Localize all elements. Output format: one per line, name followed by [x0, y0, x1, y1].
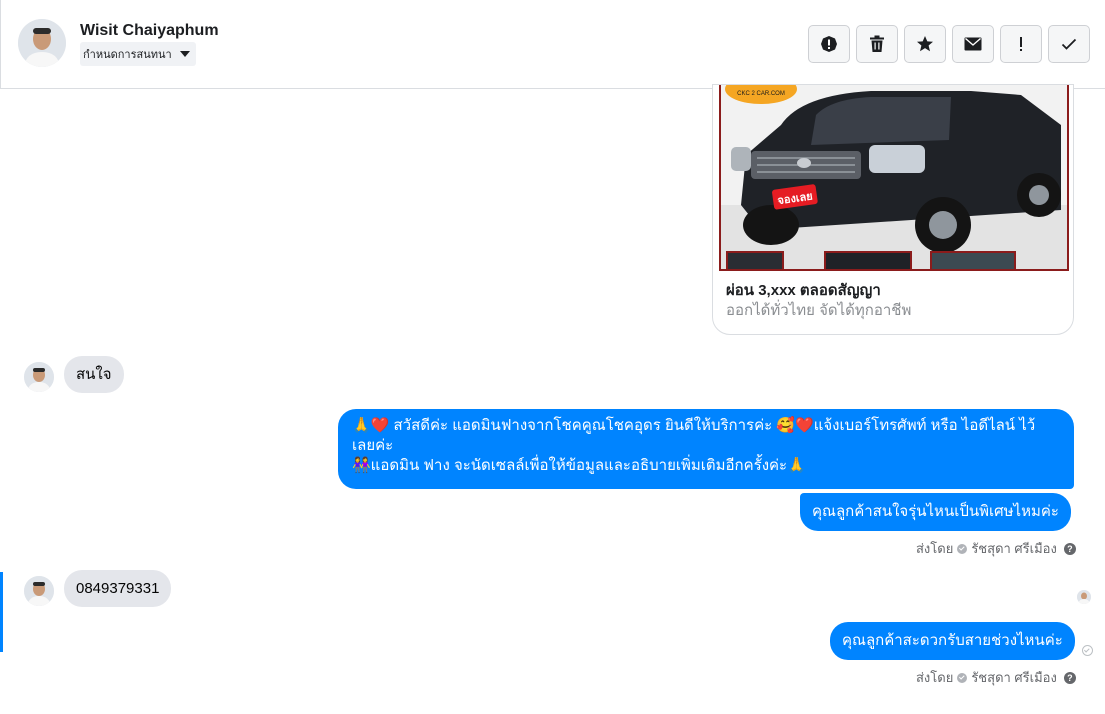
outgoing-message[interactable]: 🙏❤️ สวัสดีค่ะ แอดมินฟางจากโชคคูณโชคอุดร … [338, 409, 1074, 489]
incoming-message[interactable]: สนใจ [64, 356, 124, 393]
conversation-header: Wisit Chaiyaphum กำหนดการสนทนา [0, 0, 1105, 89]
message-text: คุณลูกค้าสะดวกรับสายช่วงไหนค่ะ [842, 632, 1063, 649]
assign-label: กำหนดการสนทนา [83, 49, 172, 61]
message-text: สนใจ [76, 366, 112, 383]
mark-done-button[interactable] [1048, 25, 1090, 63]
star-icon [917, 36, 933, 52]
help-icon[interactable]: ? [1063, 542, 1076, 555]
star-button[interactable] [904, 25, 946, 63]
mark-spam-button[interactable] [808, 25, 850, 63]
product-image[interactable]: CKC 2 CAR.COM จองเลย [719, 85, 1069, 271]
active-message-indicator [0, 572, 3, 652]
sent-by-agent: รัชสุดา ศรีเมือง [971, 670, 1057, 685]
outgoing-message[interactable]: คุณลูกค้าสะดวกรับสายช่วงไหนค่ะ [830, 622, 1075, 660]
contact-name: Wisit Chaiyaphum [80, 22, 219, 39]
verified-check-icon [957, 672, 968, 683]
follow-up-button[interactable] [1000, 25, 1042, 63]
caret-down-icon [179, 51, 190, 57]
message-text: คุณลูกค้าสนใจรุ่นไหนเป็นพิเศษไหมค่ะ [812, 503, 1059, 520]
mark-unread-button[interactable] [952, 25, 994, 63]
alert-icon [821, 36, 837, 52]
product-card-subtitle: ออกได้ทั่วไทย จัดได้ทุกอาชีพ [726, 302, 912, 319]
customer-avatar [24, 576, 54, 606]
trash-icon [870, 35, 884, 52]
exclamation-icon [1020, 37, 1022, 51]
outgoing-message[interactable]: คุณลูกค้าสนใจรุ่นไหนเป็นพิเศษไหมค่ะ [800, 493, 1071, 531]
seen-avatar [1077, 590, 1091, 604]
message-thread: CKC 2 CAR.COM จองเลย ผ่อน 3,xxx ตลอดสัญญ… [0, 84, 1105, 714]
incoming-message[interactable]: 0849379331 [64, 570, 172, 607]
help-icon[interactable]: ? [1063, 671, 1076, 684]
assign-conversation-dropdown[interactable]: กำหนดการสนทนา [80, 42, 196, 66]
sent-by-prefix: ส่งโดย [916, 541, 954, 556]
message-text: 0849379331 [76, 580, 160, 597]
header-actions [808, 25, 1090, 63]
delete-button[interactable] [856, 25, 898, 63]
contact-avatar[interactable] [18, 19, 66, 67]
sent-by-agent: รัชสุดา ศรีเมือง [971, 541, 1057, 556]
message-line: 🙏❤️ สวัสดีค่ะ แอดมินฟางจากโชคคูณโชคอุดร … [352, 417, 1036, 434]
badge-text: CKC 2 CAR.COM [737, 91, 785, 97]
product-card[interactable]: CKC 2 CAR.COM จองเลย ผ่อน 3,xxx ตลอดสัญญ… [712, 84, 1074, 335]
sent-by-prefix: ส่งโดย [916, 670, 954, 685]
message-line: เลยค่ะ [352, 437, 394, 454]
check-icon [1061, 38, 1077, 50]
message-line: 👭แอดมิน ฟาง จะนัดเซลล์เพื่อให้ข้อมูลและอ… [352, 457, 806, 474]
envelope-icon [964, 37, 982, 51]
verified-check-icon [957, 543, 968, 554]
delivered-check-icon [1082, 645, 1093, 656]
customer-avatar [24, 362, 54, 392]
sent-by-label: ส่งโดย รัชสุดา ศรีเมือง ? [916, 667, 1076, 688]
sent-by-label: ส่งโดย รัชสุดา ศรีเมือง ? [916, 538, 1076, 559]
